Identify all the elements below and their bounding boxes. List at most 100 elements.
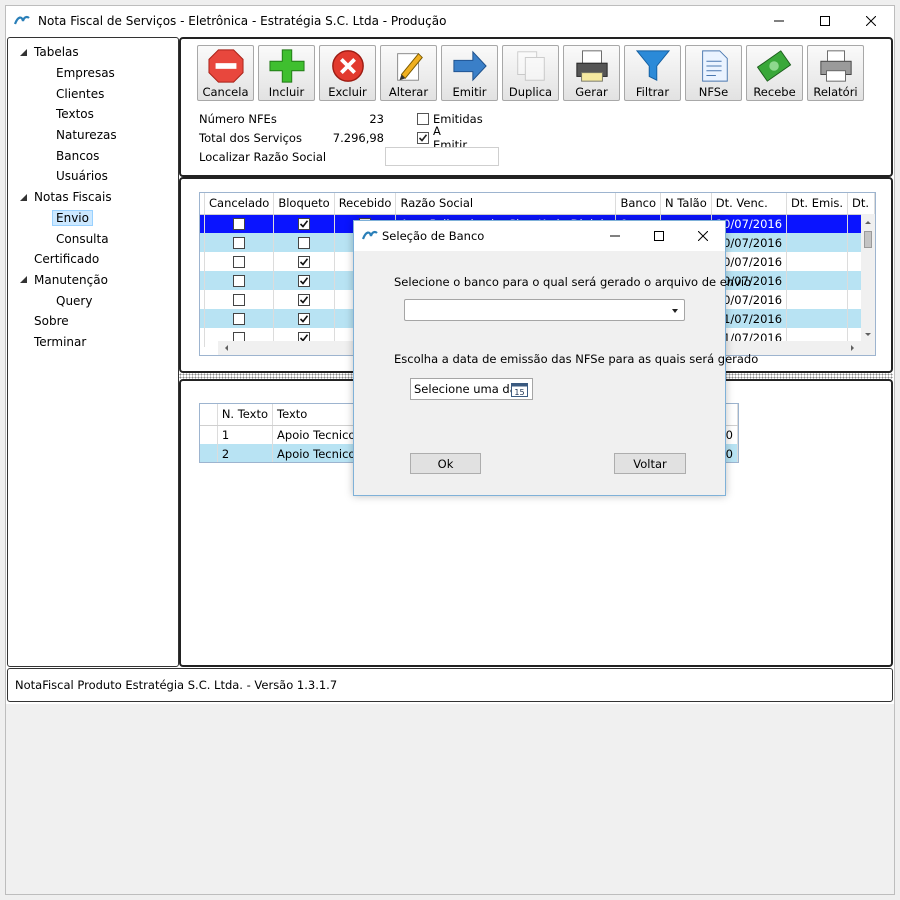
expand-triangle-icon[interactable] xyxy=(18,192,28,202)
bloqueto-checkbox[interactable] xyxy=(298,313,311,325)
dialog-maximize-button[interactable] xyxy=(637,221,681,251)
date-prompt-label: Escolha a data de emissão das NFSe para … xyxy=(394,352,759,366)
cell-cancelado[interactable] xyxy=(204,214,275,233)
scroll-up-icon[interactable] xyxy=(861,216,875,228)
toolbar-button-label: Gerar xyxy=(575,85,608,99)
toolbar-button-emitir[interactable]: Emitir xyxy=(441,45,498,101)
cancelado-checkbox[interactable] xyxy=(233,275,246,287)
col-banco[interactable]: Banco xyxy=(615,193,662,215)
tree-item-terminar[interactable]: Terminar xyxy=(8,332,178,353)
col-recebido[interactable]: Recebido xyxy=(334,193,397,215)
toolbar-button-filtrar[interactable]: Filtrar xyxy=(624,45,681,101)
col-dt-venc[interactable]: Dt. Venc. xyxy=(711,193,788,215)
ok-button[interactable]: Ok xyxy=(410,453,481,474)
tree-item-certificado[interactable]: Certificado xyxy=(8,249,178,270)
tree-item-empresas[interactable]: Empresas xyxy=(8,63,178,84)
tree-item-tabelas[interactable]: Tabelas xyxy=(8,42,178,63)
tree-item-sobre[interactable]: Sobre xyxy=(8,311,178,332)
bloqueto-checkbox[interactable] xyxy=(298,218,311,231)
cell-dt-emis xyxy=(786,252,849,271)
summary-panel: Número NFEs 23 Emitidas Total dos Serviç… xyxy=(199,109,499,166)
toolbar-button-duplica[interactable]: Duplica xyxy=(502,45,559,101)
vertical-scroll-thumb[interactable] xyxy=(864,231,872,248)
row-header xyxy=(200,444,218,462)
bank-select[interactable] xyxy=(404,299,685,321)
cell-bloqueto[interactable] xyxy=(273,309,335,328)
cell-bloqueto[interactable] xyxy=(273,214,335,233)
dialog-close-button[interactable] xyxy=(681,221,725,251)
minimize-button[interactable] xyxy=(756,6,802,36)
invoices-vertical-scrollbar[interactable] xyxy=(861,214,875,343)
col-razao-social[interactable]: Razão Social xyxy=(395,193,617,215)
bloqueto-checkbox[interactable] xyxy=(298,294,311,306)
bloqueto-checkbox[interactable] xyxy=(298,275,311,287)
toolbar-button-cancela[interactable]: Cancela xyxy=(197,45,254,101)
maximize-button[interactable] xyxy=(802,6,848,36)
search-label: Localizar Razão Social xyxy=(199,149,327,164)
toolbar-button-relatri[interactable]: Relatóri xyxy=(807,45,864,101)
cell-cancelado[interactable] xyxy=(204,233,275,252)
cell-cancelado[interactable] xyxy=(204,309,275,328)
tree-item-envio[interactable]: Envio xyxy=(8,208,178,229)
col-dt[interactable]: Dt. xyxy=(847,193,875,215)
cancelado-checkbox[interactable] xyxy=(233,313,246,325)
emission-date-picker[interactable]: Selecione uma dat 15 xyxy=(410,378,533,400)
toolbar-button-nfse[interactable]: NFSe xyxy=(685,45,742,101)
tree-item-manuten-o[interactable]: Manutenção xyxy=(8,270,178,291)
delete-icon xyxy=(328,47,368,85)
cell-bloqueto[interactable] xyxy=(273,290,335,309)
row-header xyxy=(200,425,218,444)
search-row: Localizar Razão Social xyxy=(199,147,499,166)
col-n-texto[interactable]: N. Texto xyxy=(217,404,274,426)
toolbar-button-excluir[interactable]: Excluir xyxy=(319,45,376,101)
dialog-title: Seleção de Banco xyxy=(382,229,485,243)
tree-item-usu-rios[interactable]: Usuários xyxy=(8,166,178,187)
toolbar-button-incluir[interactable]: Incluir xyxy=(258,45,315,101)
razao-social-search-input[interactable] xyxy=(385,147,499,166)
tree-item-bancos[interactable]: Bancos xyxy=(8,145,178,166)
expand-triangle-icon[interactable] xyxy=(18,47,28,57)
tree-item-naturezas[interactable]: Naturezas xyxy=(8,125,178,146)
toolbar-button-label: Duplica xyxy=(508,85,553,99)
expand-triangle-icon[interactable] xyxy=(18,275,28,285)
toolbar-button-recebe[interactable]: Recebe xyxy=(746,45,803,101)
cell-cancelado[interactable] xyxy=(204,271,275,290)
back-button[interactable]: Voltar xyxy=(614,453,686,474)
bloqueto-checkbox[interactable] xyxy=(298,256,311,268)
document-icon xyxy=(694,47,734,85)
close-icon xyxy=(698,231,708,241)
tree-item-notas-fiscais[interactable]: Notas Fiscais xyxy=(8,187,178,208)
dialog-minimize-button[interactable] xyxy=(593,221,637,251)
toolbar-button-label: Cancela xyxy=(202,85,249,99)
cancelado-checkbox[interactable] xyxy=(233,256,246,268)
calendar-icon[interactable]: 15 xyxy=(511,381,528,397)
col-n-talao[interactable]: N Talão xyxy=(660,193,712,215)
scroll-down-icon[interactable] xyxy=(861,329,875,341)
scroll-right-icon[interactable] xyxy=(847,341,859,355)
tree-item-label: Tabelas xyxy=(34,45,79,60)
tree-item-textos[interactable]: Textos xyxy=(8,104,178,125)
toolbar-button-gerar[interactable]: Gerar xyxy=(563,45,620,101)
cell-bloqueto[interactable] xyxy=(273,271,335,290)
navigation-tree: Tabelas Empresas Clientes Textos Naturezas Ba… xyxy=(7,37,179,667)
cell-n-texto: 2 xyxy=(217,444,274,462)
col-dt-emis[interactable]: Dt. Emis. xyxy=(786,193,849,215)
cancelado-checkbox[interactable] xyxy=(233,237,246,249)
scroll-left-icon[interactable] xyxy=(220,341,232,355)
cancelado-checkbox[interactable] xyxy=(233,218,246,231)
tree-item-consulta[interactable]: Consulta xyxy=(8,228,178,249)
cancelado-checkbox[interactable] xyxy=(233,294,246,306)
col-bloqueto[interactable]: Bloqueto xyxy=(273,193,335,215)
tree-item-clientes[interactable]: Clientes xyxy=(8,83,178,104)
tree-item-query[interactable]: Query xyxy=(8,290,178,311)
close-button[interactable] xyxy=(848,6,894,36)
cell-bloqueto[interactable] xyxy=(273,233,335,252)
col-cancelado[interactable]: Cancelado xyxy=(204,193,275,215)
app-logo-icon xyxy=(14,15,30,25)
bloqueto-checkbox[interactable] xyxy=(298,237,311,249)
cell-cancelado[interactable] xyxy=(204,252,275,271)
cell-bloqueto[interactable] xyxy=(273,252,335,271)
cell-cancelado[interactable] xyxy=(204,290,275,309)
toolbar-button-alterar[interactable]: Alterar xyxy=(380,45,437,101)
